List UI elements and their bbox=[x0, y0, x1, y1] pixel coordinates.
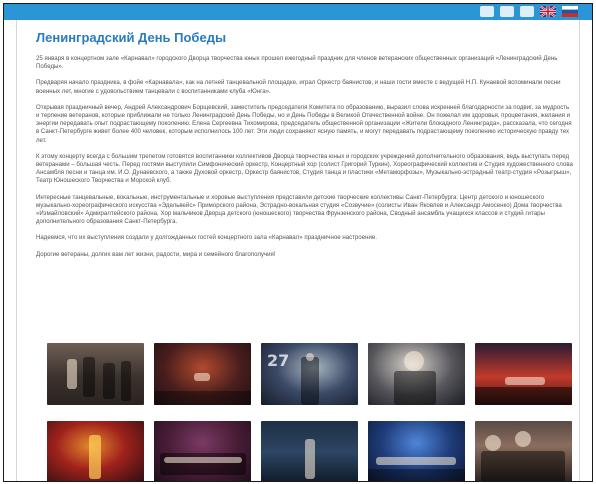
gallery-photo[interactable] bbox=[154, 343, 251, 405]
gallery-photo[interactable] bbox=[47, 343, 144, 405]
gallery-photo[interactable] bbox=[475, 421, 572, 481]
paragraph-3: Открывая праздничный вечер, Андрей Алекс… bbox=[36, 103, 572, 144]
top-bar bbox=[4, 4, 592, 20]
paragraph-2: Предваряя начало праздника, в фойе «Карн… bbox=[36, 79, 561, 95]
article-title: Ленинградский День Победы bbox=[36, 30, 227, 45]
gallery-photo[interactable] bbox=[475, 343, 572, 405]
paragraph-7: Дорогие ветераны, долгих вам лет жизни, … bbox=[36, 250, 276, 258]
page-frame: Ленинградский День Победы 25 января в ко… bbox=[3, 3, 593, 482]
gallery-photo[interactable] bbox=[368, 343, 465, 405]
top-icons bbox=[480, 4, 578, 18]
gallery-row-1: 27 bbox=[47, 343, 587, 405]
paragraph-5: Интересные танцевальные, вокальные, инст… bbox=[36, 193, 562, 226]
paragraph-1: 25 января в концертном зале «Карнавал» г… bbox=[36, 55, 558, 71]
gallery-row-2 bbox=[47, 421, 587, 481]
photo-overlay-number: 27 bbox=[267, 351, 290, 370]
paragraph-6: Надеемся, что их выступления создали у д… bbox=[36, 234, 377, 242]
gallery-photo[interactable] bbox=[261, 421, 358, 481]
instagram-icon[interactable] bbox=[520, 5, 534, 17]
photo-gallery: 27 bbox=[47, 343, 587, 481]
uk-flag-icon[interactable] bbox=[540, 5, 556, 17]
left-rule bbox=[16, 20, 17, 481]
gallery-photo[interactable] bbox=[368, 421, 465, 481]
gallery-photo[interactable] bbox=[154, 421, 251, 481]
article: Ленинградский День Победы 25 января в ко… bbox=[36, 30, 574, 267]
vk-icon[interactable] bbox=[480, 5, 494, 17]
twitter-icon[interactable] bbox=[500, 5, 514, 17]
gallery-photo[interactable]: 27 bbox=[261, 343, 358, 405]
paragraph-4: К этому концерту всегда с большим трепет… bbox=[36, 152, 573, 185]
ru-flag-icon[interactable] bbox=[562, 5, 578, 17]
gallery-photo[interactable] bbox=[47, 421, 144, 481]
